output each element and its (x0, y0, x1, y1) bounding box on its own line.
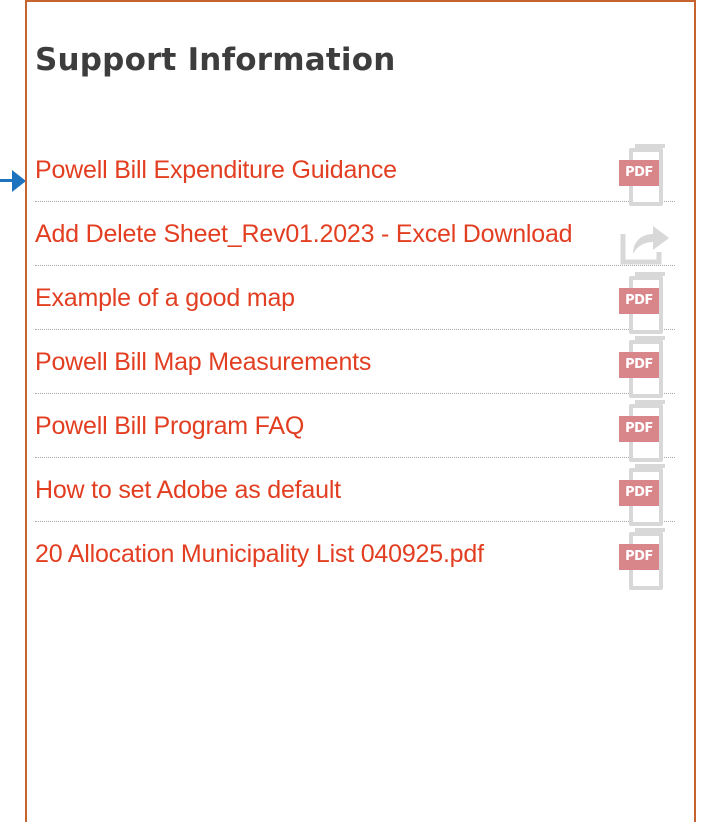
pdf-icon[interactable]: PDF (619, 528, 671, 594)
list-item: How to set Adobe as default PDF (35, 458, 675, 526)
link-add-delete-sheet[interactable]: Add Delete Sheet_Rev01.2023 - Excel Down… (35, 216, 595, 252)
pdf-icon[interactable]: PDF (619, 336, 671, 402)
pdf-icon[interactable]: PDF (619, 272, 671, 338)
pdf-icon[interactable]: PDF (619, 400, 671, 466)
pdf-icon-label: PDF (619, 352, 659, 378)
pdf-icon-label: PDF (619, 544, 659, 570)
pdf-icon-label: PDF (619, 480, 659, 506)
list-item: Powell Bill Map Measurements PDF (35, 330, 675, 398)
link-expenditure-guidance[interactable]: Powell Bill Expenditure Guidance (35, 152, 595, 188)
link-example-good-map[interactable]: Example of a good map (35, 280, 595, 316)
pdf-icon-label: PDF (619, 416, 659, 442)
pdf-icon-label: PDF (619, 160, 659, 186)
pdf-icon-label: PDF (619, 288, 659, 314)
list-item: Powell Bill Expenditure Guidance PDF (35, 138, 675, 206)
link-adobe-default[interactable]: How to set Adobe as default (35, 472, 595, 508)
list-item: Example of a good map PDF (35, 266, 675, 334)
support-links-list: Powell Bill Expenditure Guidance PDF Add… (35, 138, 675, 590)
pdf-icon[interactable]: PDF (619, 464, 671, 530)
list-item: Add Delete Sheet_Rev01.2023 - Excel Down… (35, 202, 675, 266)
link-program-faq[interactable]: Powell Bill Program FAQ (35, 408, 595, 444)
panel-title: Support Information (35, 42, 396, 78)
list-item: 20 Allocation Municipality List 040925.p… (35, 522, 675, 590)
list-item: Powell Bill Program FAQ PDF (35, 394, 675, 462)
link-allocation-municipality-list[interactable]: 20 Allocation Municipality List 040925.p… (35, 536, 595, 572)
support-information-panel: Support Information Powell Bill Expendit… (25, 0, 696, 822)
pdf-icon[interactable]: PDF (619, 144, 671, 210)
link-map-measurements[interactable]: Powell Bill Map Measurements (35, 344, 595, 380)
pointer-arrow-icon (0, 170, 27, 192)
external-link-icon[interactable] (619, 212, 671, 274)
